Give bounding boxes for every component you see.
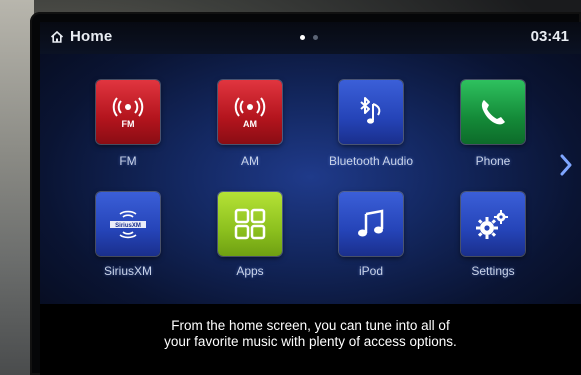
phone-label: Phone bbox=[475, 154, 511, 168]
window-edge bbox=[0, 0, 34, 375]
chevron-right-icon bbox=[560, 154, 572, 176]
am-label: AM bbox=[241, 154, 259, 168]
ipod-label: iPod bbox=[358, 264, 384, 278]
am-button[interactable]: AM bbox=[218, 80, 282, 144]
siriusxm-button[interactable]: SiriusXM bbox=[96, 192, 160, 256]
page-dot-1[interactable] bbox=[300, 35, 305, 40]
apps-button[interactable] bbox=[218, 192, 282, 256]
svg-text:AM: AM bbox=[243, 119, 257, 129]
status-bar: Home 03:41 bbox=[40, 22, 581, 54]
clock: 03:41 bbox=[530, 28, 569, 45]
apps-grid-icon bbox=[234, 208, 266, 240]
page-title: Home bbox=[70, 28, 113, 45]
settings-button[interactable] bbox=[461, 192, 525, 256]
music-note-icon bbox=[358, 209, 384, 237]
settings-label: Settings bbox=[471, 264, 515, 278]
fm-label: FM bbox=[119, 154, 137, 168]
bluetooth-audio-button[interactable] bbox=[339, 80, 403, 144]
svg-text:SiriusXM: SiriusXM bbox=[115, 223, 141, 229]
home-icon bbox=[50, 30, 64, 44]
infotainment-screen: Home 03:41 FM FM AM AM Bluetooth Audio P… bbox=[40, 22, 581, 304]
siriusxm-icon: SiriusXM bbox=[110, 210, 146, 239]
bluetooth-music-icon bbox=[360, 97, 381, 124]
caption-line-2: your favorite music with plenty of acces… bbox=[164, 334, 457, 349]
home-header[interactable]: Home bbox=[50, 28, 112, 45]
siriusxm-label: SiriusXM bbox=[103, 264, 152, 278]
svg-text:FM: FM bbox=[122, 119, 135, 129]
page-dot-2[interactable] bbox=[313, 35, 318, 40]
phone-button[interactable] bbox=[461, 80, 525, 144]
fm-button[interactable]: FM bbox=[96, 80, 160, 144]
gear-icon bbox=[476, 210, 508, 239]
caption: From the home screen, you can tune into … bbox=[40, 304, 581, 375]
next-page-button[interactable] bbox=[557, 150, 575, 180]
apps-label: Apps bbox=[236, 264, 264, 278]
bluetooth-audio-label: Bluetooth Audio bbox=[328, 154, 414, 168]
page-indicator bbox=[300, 35, 318, 40]
fm-radio-icon: FM bbox=[112, 97, 144, 129]
caption-line-1: From the home screen, you can tune into … bbox=[171, 318, 450, 333]
am-radio-icon: AM bbox=[234, 97, 266, 129]
ipod-button[interactable] bbox=[339, 192, 403, 256]
phone-icon bbox=[481, 100, 505, 125]
